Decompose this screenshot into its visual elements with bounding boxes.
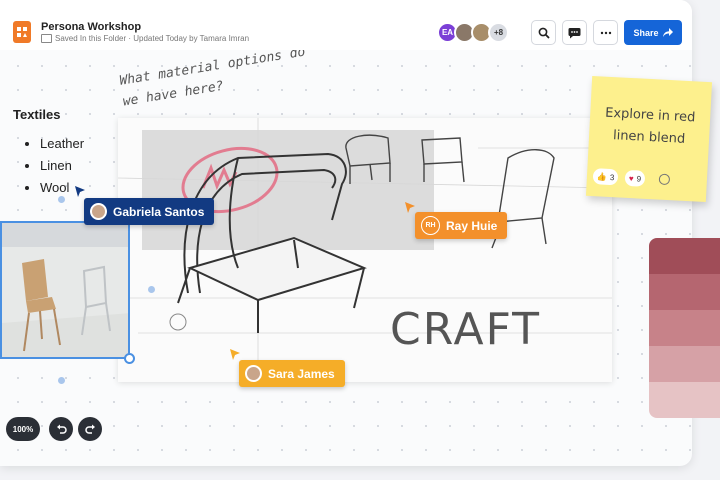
selection-dot [58, 377, 65, 384]
heart-icon: ♥ [628, 173, 634, 183]
redo-button[interactable] [78, 417, 102, 441]
chair-sketch-drawing: CRAFT [117, 118, 613, 382]
avatar [90, 203, 107, 220]
add-reaction-icon[interactable] [658, 173, 671, 186]
header-bar: Persona Workshop Saved In this Folder · … [0, 0, 692, 50]
save-status: Saved In this Folder · Updated Today by … [55, 34, 250, 43]
thumbs-up-reaction[interactable]: 👍 3 [592, 168, 619, 186]
resize-handle[interactable] [124, 353, 135, 364]
collaborator-name: Ray Huie [446, 218, 498, 233]
chair-photo-image [2, 223, 128, 357]
heart-reaction[interactable]: ♥ 9 [624, 169, 646, 187]
selection-dot [58, 196, 65, 203]
document-subtitle: Saved In this Folder · Updated Today by … [41, 34, 249, 43]
cursor-arrow-icon [230, 349, 240, 360]
collaborator-name: Sara James [268, 366, 335, 381]
app-logo-icon [13, 21, 31, 43]
more-collaborators-badge[interactable]: +8 [488, 22, 509, 43]
avatar [245, 365, 262, 382]
sticky-note[interactable]: Explore in red linen blend 👍 3 ♥ 9 [585, 75, 713, 203]
chair-sketch-image[interactable]: CRAFT [117, 118, 613, 382]
collaborator-name: Gabriela Santos [113, 204, 205, 219]
redo-icon [84, 424, 95, 434]
avatar: RH [421, 216, 440, 235]
handwritten-question[interactable]: What material options do we have here? [118, 40, 322, 113]
undo-button[interactable] [49, 417, 73, 441]
fabric-swatch-image[interactable] [649, 238, 720, 418]
thumbs-up-icon: 👍 [596, 171, 608, 182]
collaborator-avatars[interactable]: EA +8 [437, 22, 509, 43]
share-arrow-icon [662, 28, 673, 37]
whiteboard-canvas[interactable]: Persona Workshop Saved In this Folder · … [0, 0, 692, 466]
document-title[interactable]: Persona Workshop [41, 21, 141, 33]
folder-icon [41, 34, 52, 43]
sticky-note-text[interactable]: Explore in red linen blend [599, 102, 701, 151]
undo-icon [56, 424, 67, 434]
chair-photo[interactable] [0, 221, 130, 359]
collaborator-tag-gabriela: Gabriela Santos [84, 198, 215, 225]
craft-label: CRAFT [390, 304, 541, 355]
list-item[interactable]: Linen [40, 159, 84, 181]
more-icon [600, 31, 611, 34]
textiles-heading[interactable]: Textiles [13, 107, 60, 122]
comment-icon [568, 27, 581, 38]
selection-dot [148, 286, 155, 293]
share-button[interactable]: Share [624, 20, 682, 45]
reaction-count: 9 [636, 173, 642, 184]
more-options-button[interactable] [593, 20, 618, 45]
reaction-count: 3 [609, 172, 615, 182]
collaborator-tag-ray: RH Ray Huie [415, 212, 508, 239]
list-item[interactable]: Leather [40, 137, 84, 159]
share-label: Share [633, 27, 659, 38]
cursor-arrow-icon [75, 186, 85, 197]
collaborator-tag-sara: Sara James [239, 360, 345, 387]
search-icon [538, 27, 550, 39]
zoom-level-button[interactable]: 100% [6, 417, 40, 441]
comment-button[interactable] [562, 20, 587, 45]
search-button[interactable] [531, 20, 556, 45]
